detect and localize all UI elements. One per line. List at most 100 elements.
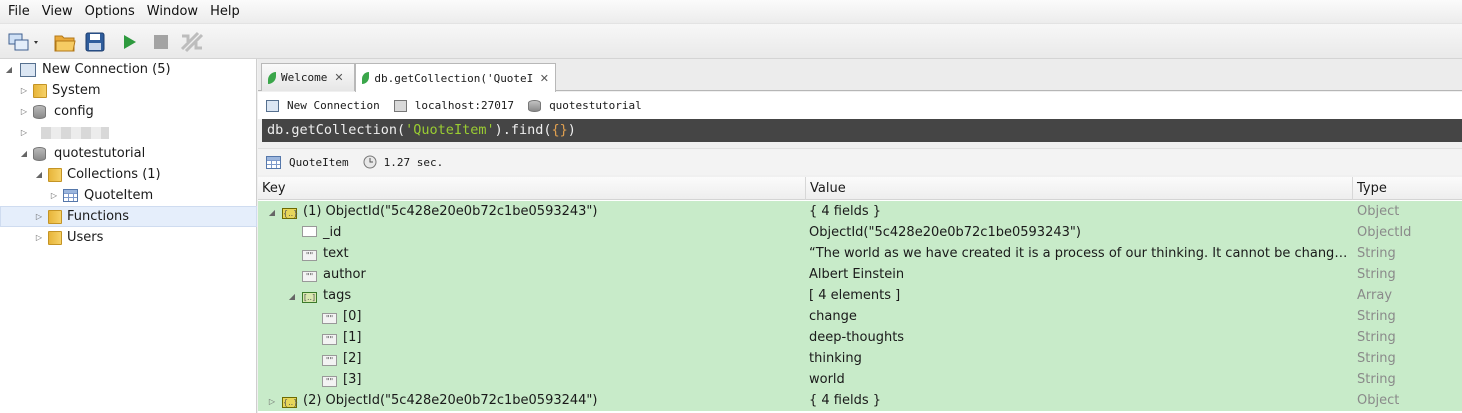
tab-label: db.getCollection('QuoteIt…: [374, 71, 533, 85]
table-row[interactable]: ▷ {..} (2) ObjectId("5c428e20e0b72c1be059…: [258, 390, 1462, 411]
menu-file[interactable]: File: [2, 0, 36, 24]
tree-db-redacted[interactable]: ▷: [0, 122, 257, 143]
value-cell: { 4 fields }: [809, 204, 882, 219]
collapse-icon[interactable]: ◢: [267, 208, 277, 218]
table-row[interactable]: "" author Albert Einstein String: [258, 264, 1462, 285]
db-label: quotestutorial: [54, 146, 146, 161]
functions-label: Functions: [67, 209, 130, 224]
value-cell: ObjectId("5c428e20e0b72c1be0593243"): [809, 225, 1081, 240]
expand-icon[interactable]: ▷: [19, 107, 29, 117]
menu-options[interactable]: Options: [79, 0, 141, 24]
string-icon: "": [302, 250, 317, 261]
collapse-icon[interactable]: ◢: [4, 65, 14, 75]
server-icon: [266, 99, 279, 112]
open-button[interactable]: [52, 29, 78, 55]
run-button[interactable]: [116, 29, 142, 55]
query-text: ).find(: [494, 122, 552, 138]
table-row[interactable]: "" [3] world String: [258, 369, 1462, 390]
tree-db-system[interactable]: ▷ System: [0, 80, 257, 101]
key-cell: [3]: [343, 372, 362, 387]
column-header-type[interactable]: Type: [1353, 177, 1462, 200]
type-cell: String: [1357, 246, 1396, 261]
expand-icon[interactable]: ▷: [34, 233, 44, 243]
table-row[interactable]: _id ObjectId("5c428e20e0b72c1be0593243")…: [258, 222, 1462, 243]
expand-icon[interactable]: ▷: [19, 128, 29, 138]
execute-plan-button[interactable]: [178, 29, 206, 55]
table-row[interactable]: "" [0] change String: [258, 306, 1462, 327]
users-label: Users: [67, 230, 104, 245]
table-row[interactable]: "" [1] deep-thoughts String: [258, 327, 1462, 348]
query-editor[interactable]: db.getCollection('QuoteItem').find({}): [262, 119, 1462, 142]
tab-label: Welcome: [281, 71, 328, 84]
string-icon: "": [322, 355, 337, 366]
redacted-db-label: [41, 126, 109, 139]
menu-view[interactable]: View: [36, 0, 79, 24]
result-collection: QuoteItem: [266, 155, 349, 169]
query-args: {}: [551, 122, 568, 138]
save-button[interactable]: [82, 29, 108, 55]
string-icon: "": [322, 376, 337, 387]
string-icon: "": [302, 271, 317, 282]
grid-header: Key Value Type: [258, 177, 1462, 200]
type-cell: Object: [1357, 204, 1400, 219]
result-time: 1.27 sec.: [363, 155, 443, 169]
tree-collections-folder[interactable]: ◢ Collections (1): [0, 164, 257, 185]
type-cell: String: [1357, 309, 1396, 324]
stop-icon: [154, 35, 168, 49]
stop-button[interactable]: [148, 29, 174, 55]
value-cell: “The world as we have created it is a pr…: [809, 246, 1349, 261]
collapse-icon[interactable]: ◢: [34, 170, 44, 180]
tree-db-config[interactable]: ▷ config: [0, 101, 257, 122]
play-icon: [124, 35, 136, 49]
type-cell: String: [1357, 351, 1396, 366]
tree-collection-quoteitem[interactable]: ▷ QuoteItem: [0, 185, 257, 206]
close-icon[interactable]: ✕: [334, 71, 343, 84]
key-cell: (2) ObjectId("5c428e20e0b72c1be0593244"): [303, 393, 598, 408]
host-name: localhost:27017: [414, 99, 515, 112]
connection-info-bar: New Connection localhost:27017 quotestut…: [258, 92, 1462, 119]
value-cell: deep-thoughts: [809, 330, 905, 345]
database-icon: [33, 146, 46, 161]
value-cell: world: [809, 372, 845, 387]
menu-help[interactable]: Help: [204, 0, 246, 24]
expand-icon[interactable]: ▷: [34, 212, 44, 222]
menu-bar: File View Options Window Help: [0, 0, 1462, 24]
tree-db-quotestutorial[interactable]: ◢ quotestutorial: [0, 143, 257, 164]
column-header-value[interactable]: Value: [806, 177, 1353, 200]
table-icon: [63, 189, 78, 202]
value-cell: { 4 fields }: [809, 393, 882, 408]
connect-icon: [8, 33, 38, 51]
type-cell: String: [1357, 372, 1396, 387]
tab-query[interactable]: db.getCollection('QuoteIt… ✕: [355, 63, 556, 92]
value-cell: change: [809, 309, 857, 324]
result-grid: Key Value Type ◢ {..} (1) ObjectId("5c428…: [258, 177, 1462, 413]
collections-label: Collections (1): [67, 167, 161, 182]
column-header-key[interactable]: Key: [258, 177, 806, 200]
table-row[interactable]: ◢ [..] tags [ 4 elements ] Array: [258, 285, 1462, 306]
close-icon[interactable]: ✕: [540, 72, 549, 85]
connection-info: New Connection: [266, 99, 380, 112]
table-row[interactable]: "" text “The world as we have created it …: [258, 243, 1462, 264]
tree-connection[interactable]: ◢ New Connection (5): [0, 59, 257, 80]
table-row[interactable]: "" [2] thinking String: [258, 348, 1462, 369]
expand-icon[interactable]: ▷: [19, 86, 29, 96]
tree-functions[interactable]: ▷ Functions: [0, 206, 257, 227]
execute-icon: [180, 31, 204, 53]
tab-welcome[interactable]: Welcome ✕: [261, 63, 355, 91]
tree-users[interactable]: ▷ Users: [0, 227, 257, 248]
key-cell: text: [323, 246, 349, 261]
database-icon: [33, 104, 46, 119]
type-cell: Array: [1357, 288, 1393, 303]
mongo-leaf-icon: [268, 71, 276, 84]
expand-icon[interactable]: ▷: [49, 191, 59, 201]
db-label: config: [54, 104, 94, 119]
key-cell: [0]: [343, 309, 362, 324]
key-cell: (1) ObjectId("5c428e20e0b72c1be0593243"): [303, 204, 598, 219]
collapse-icon[interactable]: ◢: [287, 292, 297, 302]
connect-button[interactable]: [5, 29, 43, 55]
expand-icon[interactable]: ▷: [267, 397, 277, 407]
host-info: localhost:27017: [393, 99, 515, 112]
table-row[interactable]: ◢ {..} (1) ObjectId("5c428e20e0b72c1be059…: [258, 201, 1462, 222]
menu-window[interactable]: Window: [141, 0, 204, 24]
collapse-icon[interactable]: ◢: [19, 149, 29, 159]
